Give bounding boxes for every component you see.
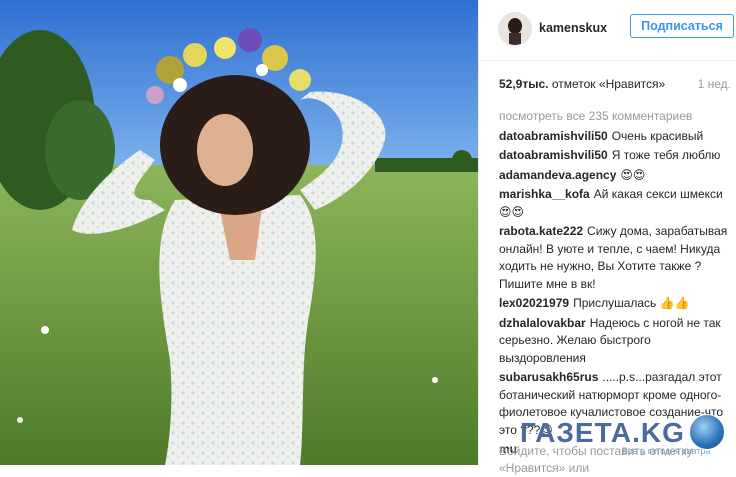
comment-item: dzhalalovakbar Надеюсь с ногой не так сер… [499,315,731,368]
comment-author-link[interactable]: rabota.kate222 [499,224,583,238]
comment-author-link[interactable]: adamandeva.agency [499,168,616,182]
avatar[interactable] [498,12,532,46]
comment-author-link[interactable]: dzhalalovakbar [499,316,586,330]
follow-button[interactable]: Подписаться [630,14,734,38]
post-photo[interactable] [0,0,478,465]
comment-text: 😍😍 [620,167,646,182]
comment-text: Я тоже тебя люблю [611,148,721,162]
comment-author-link[interactable]: marishka__kofa [499,187,590,201]
post-photo-image [0,0,478,465]
comment-author-link[interactable]: lex02021979 [499,296,569,310]
comment-item: lex02021979 Прислушалась 👍👍 [499,295,731,313]
avatar-icon [499,13,531,45]
comment-item: datoabramishvili50 Я тоже тебя люблю [499,147,731,165]
likes-label: отметок «Нравится» [551,77,666,91]
comment-item: adamandeva.agency 😍😍 [499,167,731,185]
comment-text: Прислушалась 👍👍 [573,296,690,310]
comment-author-link[interactable]: datoabramishvili50 [499,148,608,162]
comments-list: посмотреть все 235 комментариев datoabra… [499,108,731,461]
comment-author-link[interactable]: subarusakh65rus [499,370,598,384]
comment-text: Очень красивый [611,128,704,143]
globe-icon [689,414,725,450]
comment-item: datoabramishvili50 Очень красивый [499,128,731,146]
likes-count[interactable]: 52,9тыс. отметок «Нравится» [499,77,665,91]
watermark-logo: ГАЗЕТА.KG [520,417,685,448]
likes-number: 52,9тыс. [499,77,549,91]
view-all-comments-link[interactable]: посмотреть все 235 комментариев [499,108,731,126]
comment-item: rabota.kate222 Сижу дома, зарабатывая онл… [499,223,731,293]
username-link[interactable]: kamenskux [539,21,607,35]
post-header: kamenskux Подписаться [479,0,736,61]
post-sidebar: kamenskux Подписаться 52,9тыс. отметок «… [478,0,736,475]
post-time: 1 нед. [697,77,731,91]
comment-item: marishka__kofa Ай какая секси шмекси😍😍 [499,186,731,221]
comment-author-link[interactable]: datoabramishvili50 [499,129,608,143]
